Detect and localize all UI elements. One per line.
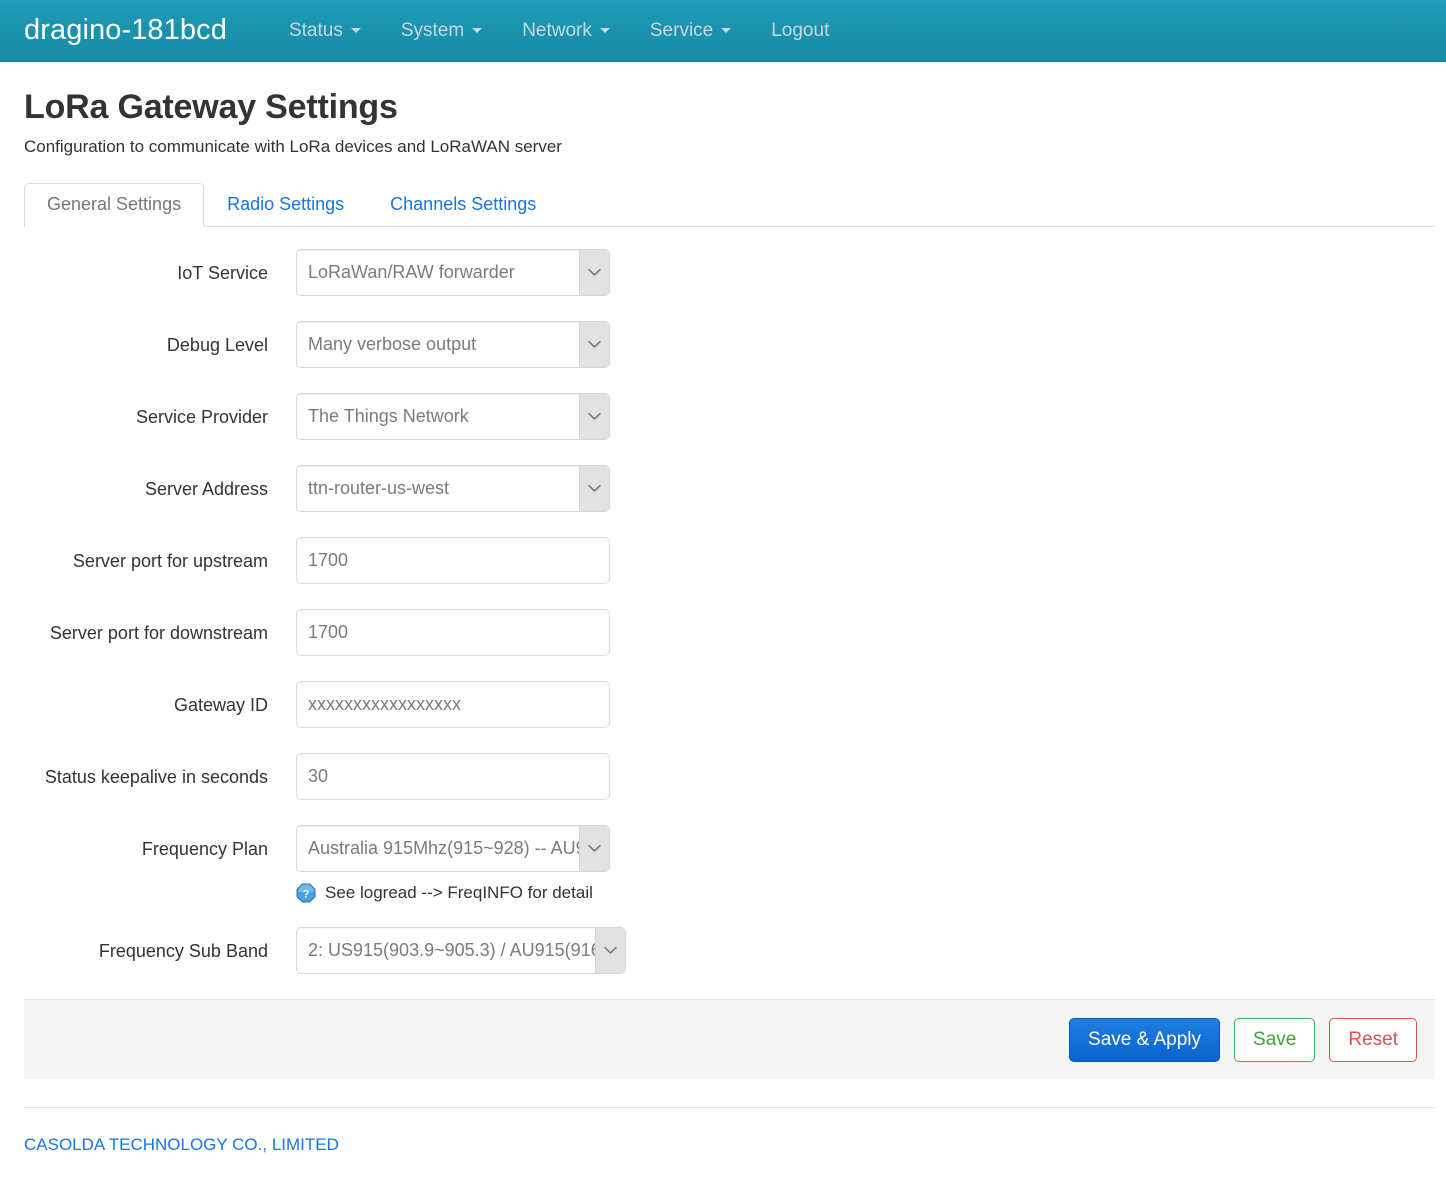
frequency-plan-hint: ? See logread --> FreqINFO for detail [296, 883, 610, 903]
form-row-status-keepalive: Status keepalive in seconds [24, 753, 1422, 801]
select-iot-service-value: LoRaWan/RAW forwarder [308, 262, 515, 283]
chevron-down-icon [599, 28, 610, 33]
help-question-icon: ? [296, 883, 316, 903]
form-row-server-address: Server Address ttn-router-us-west [24, 465, 1422, 513]
nav-item-status[interactable]: Status [269, 21, 381, 40]
nav-item-system[interactable]: System [381, 21, 502, 40]
control-server-port-upstream [296, 537, 610, 585]
form-row-debug-level: Debug Level Many verbose output [24, 321, 1422, 369]
chevron-down-icon[interactable] [579, 322, 609, 368]
top-navbar: dragino-181bcd Status System Network Ser… [0, 0, 1446, 62]
nav-item-label: Status [288, 20, 343, 41]
select-debug-level[interactable]: Many verbose output [296, 321, 610, 369]
control-iot-service: LoRaWan/RAW forwarder [296, 249, 610, 297]
page-title: LoRa Gateway Settings [24, 88, 398, 126]
label-frequency-sub-band: Frequency Sub Band [98, 941, 268, 962]
nav-item-logout[interactable]: Logout [751, 21, 849, 40]
settings-tabs: General Settings Radio Settings Channels… [24, 182, 1435, 228]
page-container: LoRa Gateway Settings Configuration to c… [0, 88, 1446, 1155]
control-debug-level: Many verbose output [296, 321, 610, 369]
tab-general-settings[interactable]: General Settings [24, 182, 205, 228]
input-server-port-upstream[interactable] [296, 537, 610, 585]
frequency-plan-hint-text: See logread --> FreqINFO for detail [325, 883, 593, 903]
form-row-server-port-upstream: Server port for upstream [24, 537, 1422, 585]
page-footer: CASOLDA TECHNOLOGY CO., LIMITED [24, 1107, 1435, 1155]
select-service-provider[interactable]: The Things Network [296, 393, 610, 441]
label-gateway-id: Gateway ID [173, 695, 268, 716]
form-actions-bar: Save & Apply Save Reset [24, 999, 1435, 1080]
label-debug-level: Debug Level [166, 335, 268, 356]
general-settings-form: IoT Service LoRaWan/RAW forwarder Debug … [24, 227, 1422, 975]
form-row-frequency-plan: Frequency Plan Australia 915Mhz(915~928)… [24, 825, 1422, 903]
select-iot-service[interactable]: LoRaWan/RAW forwarder [296, 249, 610, 297]
control-frequency-sub-band: 2: US915(903.9~905.3) / AU915(916.8~918.… [296, 927, 626, 975]
chevron-down-icon[interactable] [579, 394, 609, 440]
control-gateway-id [296, 681, 610, 729]
nav-item-label: Logout [771, 20, 830, 41]
page-subtitle: Configuration to communicate with LoRa d… [24, 137, 562, 157]
form-row-frequency-sub-band: Frequency Sub Band 2: US915(903.9~905.3)… [24, 927, 1422, 975]
label-status-keepalive: Status keepalive in seconds [44, 767, 268, 788]
form-row-server-port-downstream: Server port for downstream [24, 609, 1422, 657]
input-gateway-id[interactable] [296, 681, 610, 729]
tab-radio-settings[interactable]: Radio Settings [204, 183, 367, 228]
select-server-address[interactable]: ttn-router-us-west [296, 465, 610, 513]
label-server-port-downstream: Server port for downstream [49, 623, 268, 644]
nav-menu: Status System Network Service Logout [269, 21, 849, 40]
chevron-down-icon[interactable] [579, 466, 609, 512]
form-row-iot-service: IoT Service LoRaWan/RAW forwarder [24, 249, 1422, 297]
nav-item-network[interactable]: Network [502, 21, 630, 40]
control-service-provider: The Things Network [296, 393, 610, 441]
control-server-port-downstream [296, 609, 610, 657]
control-status-keepalive [296, 753, 610, 801]
label-iot-service: IoT Service [177, 263, 268, 284]
chevron-down-icon[interactable] [579, 250, 609, 296]
nav-item-service[interactable]: Service [630, 21, 751, 40]
tab-channels-settings[interactable]: Channels Settings [367, 183, 559, 228]
select-frequency-plan[interactable]: Australia 915Mhz(915~928) -- AU915 [296, 825, 610, 873]
reset-button[interactable]: Reset [1329, 1017, 1417, 1062]
label-server-address: Server Address [144, 479, 268, 500]
svg-text:?: ? [303, 889, 310, 901]
form-row-gateway-id: Gateway ID [24, 681, 1422, 729]
chevron-down-icon [472, 28, 483, 33]
chevron-down-icon[interactable] [595, 928, 625, 974]
form-row-service-provider: Service Provider The Things Network [24, 393, 1422, 441]
select-server-address-value: ttn-router-us-west [308, 478, 450, 499]
label-frequency-plan: Frequency Plan [141, 839, 268, 860]
chevron-down-icon [350, 28, 361, 33]
input-status-keepalive[interactable] [296, 753, 610, 801]
brand-title[interactable]: dragino-181bcd [24, 16, 227, 45]
select-debug-level-value: Many verbose output [308, 334, 477, 355]
nav-item-label: Service [649, 20, 714, 41]
label-service-provider: Service Provider [135, 407, 268, 428]
select-frequency-sub-band-value: 2: US915(903.9~905.3) / AU915(916.8~918.… [308, 940, 595, 961]
select-frequency-sub-band[interactable]: 2: US915(903.9~905.3) / AU915(916.8~918.… [296, 927, 626, 975]
select-service-provider-value: The Things Network [308, 406, 469, 427]
footer-company-link[interactable]: CASOLDA TECHNOLOGY CO., LIMITED [24, 1135, 339, 1154]
nav-item-label: System [400, 20, 465, 41]
control-frequency-plan: Australia 915Mhz(915~928) -- AU915 ? See… [296, 825, 610, 903]
input-server-port-downstream[interactable] [296, 609, 610, 657]
select-frequency-plan-value: Australia 915Mhz(915~928) -- AU915 [308, 838, 579, 859]
chevron-down-icon [721, 28, 732, 33]
save-button[interactable]: Save [1234, 1017, 1316, 1062]
label-server-port-upstream: Server port for upstream [72, 551, 268, 572]
chevron-down-icon[interactable] [579, 826, 609, 872]
control-server-address: ttn-router-us-west [296, 465, 610, 513]
save-and-apply-button[interactable]: Save & Apply [1069, 1017, 1221, 1062]
nav-item-label: Network [522, 20, 592, 41]
